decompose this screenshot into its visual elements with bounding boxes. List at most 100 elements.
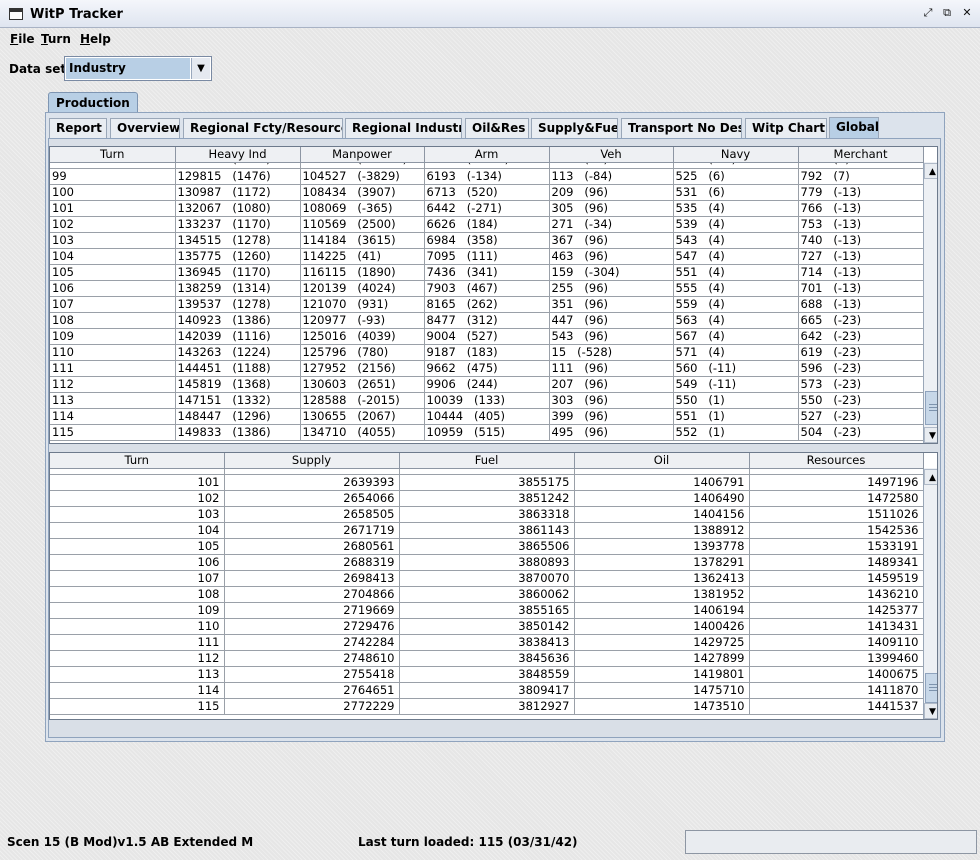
table-cell: 109 <box>50 602 225 619</box>
table-cell: 3809417 <box>399 682 575 699</box>
table-cell: 120977 (-93) <box>300 312 425 329</box>
scroll-up-icon[interactable]: ▲ <box>924 163 937 179</box>
table-cell: 714 (-13) <box>798 264 923 281</box>
table-cell: 573 (-23) <box>798 376 923 393</box>
industry-table-scrollbar[interactable]: ▲ ▼ <box>923 162 937 443</box>
table-row[interactable]: 112 2748610 3845636 1427899 1399460 <box>50 650 923 667</box>
maximize-icon[interactable]: ⧉ <box>940 7 954 21</box>
table-row[interactable]: 105 2680561 3865506 1393778 1533191 <box>50 538 923 555</box>
table-row[interactable]: 103 134515 (1278) 114184 (3615) 6984 (358) 3… <box>50 232 923 249</box>
menu-file[interactable]: File <box>10 32 35 46</box>
table-cell: 399 (96) <box>549 408 674 425</box>
tab-global[interactable]: Global <box>829 117 879 139</box>
table-cell: 525 (6) <box>673 168 799 185</box>
table-row[interactable]: 113 147151 (1332) 128588 (-2015) 10039 (133… <box>50 392 923 409</box>
col-heavy-ind[interactable]: Heavy Ind <box>175 147 301 163</box>
tab-witp-chart[interactable]: Witp Chart <box>745 118 827 139</box>
table-cell: 143263 (1224) <box>175 344 301 361</box>
table-cell: 727 (-13) <box>798 248 923 265</box>
industry-table[interactable]: Turn Heavy Ind Manpower Arm Veh Navy Mer… <box>49 146 938 444</box>
tab-regional-fcty-resources[interactable]: Regional Fcty/Resources <box>183 118 343 139</box>
col-merchant[interactable]: Merchant <box>798 147 924 163</box>
table-row[interactable]: 107 2698413 3870070 1362413 1459519 <box>50 570 923 587</box>
table-row[interactable]: 111 2742284 3838413 1429725 1409110 <box>50 634 923 651</box>
table-row[interactable]: 101 2639393 3855175 1406791 1497196 <box>50 474 923 491</box>
table-cell: 1475710 <box>574 682 750 699</box>
scroll-thumb[interactable] <box>925 391 937 425</box>
table-cell: 148447 (1296) <box>175 408 301 425</box>
table-row[interactable]: 100 130987 (1172) 108434 (3907) 6713 (520) 2… <box>50 184 923 201</box>
table-row[interactable]: 114 2764651 3809417 1475710 1411870 <box>50 682 923 699</box>
table-row[interactable]: 108 2704866 3860062 1381952 1436210 <box>50 586 923 603</box>
col-manpower[interactable]: Manpower <box>300 147 425 163</box>
tab-regional-industry[interactable]: Regional Industry <box>345 118 462 139</box>
table-row[interactable]: 103 2658505 3863318 1404156 1511026 <box>50 506 923 523</box>
col-supply[interactable]: Supply <box>224 453 400 469</box>
col-veh[interactable]: Veh <box>549 147 674 163</box>
menu-bar: File Turn Help <box>0 29 980 49</box>
table-row[interactable]: 102 2654066 3851242 1406490 1472580 <box>50 490 923 507</box>
table-row[interactable]: 108 140923 (1386) 120977 (-93) 8477 (312) 44… <box>50 312 923 329</box>
table-cell: 1388912 <box>574 522 750 539</box>
table-cell: 1542536 <box>749 522 923 539</box>
table-cell: 2742284 <box>224 634 400 651</box>
table-cell: 563 (4) <box>673 312 799 329</box>
restore-icon[interactable]: ⤢ <box>921 7 935 21</box>
supply-table[interactable]: Turn Supply Fuel Oil Resources 100261640… <box>49 452 938 720</box>
table-cell: 120139 (4024) <box>300 280 425 297</box>
close-icon[interactable]: ✕ <box>960 7 974 21</box>
table-row[interactable]: 106 138259 (1314) 120139 (4024) 7903 (467) 2… <box>50 280 923 297</box>
table-row[interactable]: 102 133237 (1170) 110569 (2500) 6626 (184) 2… <box>50 216 923 233</box>
table-row[interactable]: 109 2719669 3855165 1406194 1425377 <box>50 602 923 619</box>
table-row[interactable]: 106 2688319 3880893 1378291 1489341 <box>50 554 923 571</box>
table-row[interactable]: 109 142039 (1116) 125016 (4039) 9004 (527) 5… <box>50 328 923 345</box>
menu-help[interactable]: Help <box>80 32 111 46</box>
table-cell: 9662 (475) <box>424 360 550 377</box>
table-row[interactable]: 105 136945 (1170) 116115 (1890) 7436 (341) 1… <box>50 264 923 281</box>
col-oil[interactable]: Oil <box>574 453 750 469</box>
table-cell: 3845636 <box>399 650 575 667</box>
table-row[interactable]: 112 145819 (1368) 130603 (2651) 9906 (244) 2… <box>50 376 923 393</box>
table-row[interactable]: 115 2772229 3812927 1473510 1441537 <box>50 698 923 715</box>
table-cell: 113 (-84) <box>549 168 674 185</box>
table-row[interactable]: 104 135775 (1260) 114225 (41) 7095 (111) 463… <box>50 248 923 265</box>
col-resources[interactable]: Resources <box>749 453 924 469</box>
table-row[interactable]: 113 2755418 3848559 1419801 1400675 <box>50 666 923 683</box>
table-row[interactable]: 110 143263 (1224) 125796 (780) 9187 (183) 15… <box>50 344 923 361</box>
col-navy[interactable]: Navy <box>673 147 799 163</box>
table-row[interactable]: 115 149833 (1386) 134710 (4055) 10959 (515)… <box>50 424 923 441</box>
tab-report[interactable]: Report <box>49 118 107 139</box>
col-turn[interactable]: Turn <box>50 147 176 163</box>
table-row[interactable]: 111 144451 (1188) 127952 (2156) 9662 (475) 1… <box>50 360 923 377</box>
tab-production[interactable]: Production <box>48 92 138 113</box>
table-cell: 138259 (1314) <box>175 280 301 297</box>
table-cell: 7903 (467) <box>424 280 550 297</box>
table-cell: 121070 (931) <box>300 296 425 313</box>
table-row[interactable]: 101 132067 (1080) 108069 (-365) 6442 (-271)… <box>50 200 923 217</box>
col-turn[interactable]: Turn <box>50 453 225 469</box>
table-row[interactable]: 110 2729476 3850142 1400426 1413431 <box>50 618 923 635</box>
tab-transport-no-dest[interactable]: Transport No Dest <box>621 118 742 139</box>
scroll-thumb[interactable] <box>925 673 937 703</box>
tab-supply-fuel[interactable]: Supply&Fuel <box>531 118 618 139</box>
tab-overview[interactable]: Overview <box>110 118 180 139</box>
col-fuel[interactable]: Fuel <box>399 453 575 469</box>
table-cell: 103 <box>50 506 225 523</box>
scroll-down-icon[interactable]: ▼ <box>924 427 937 443</box>
dataset-select[interactable]: Industry ▼ <box>64 56 212 81</box>
supply-table-header: Turn Supply Fuel Oil Resources <box>50 453 924 469</box>
scroll-down-icon[interactable]: ▼ <box>924 703 937 719</box>
table-row[interactable]: 114 148447 (1296) 130655 (2067) 10444 (405)… <box>50 408 923 425</box>
table-row[interactable]: 99 129815 (1476) 104527 (-3829) 6193 (-134)… <box>50 168 923 185</box>
table-row[interactable]: 107 139537 (1278) 121070 (931) 8165 (262) 35… <box>50 296 923 313</box>
scroll-up-icon[interactable]: ▲ <box>924 469 937 485</box>
chevron-down-icon[interactable]: ▼ <box>191 58 210 79</box>
tab-oil-res[interactable]: Oil&Res <box>465 118 529 139</box>
menu-turn[interactable]: Turn <box>41 32 71 46</box>
table-cell: 1472580 <box>749 490 923 507</box>
table-cell: 142039 (1116) <box>175 328 301 345</box>
supply-table-scrollbar[interactable]: ▲ ▼ <box>923 468 937 719</box>
table-cell: 552 (1) <box>673 424 799 441</box>
col-arm[interactable]: Arm <box>424 147 550 163</box>
table-row[interactable]: 104 2671719 3861143 1388912 1542536 <box>50 522 923 539</box>
